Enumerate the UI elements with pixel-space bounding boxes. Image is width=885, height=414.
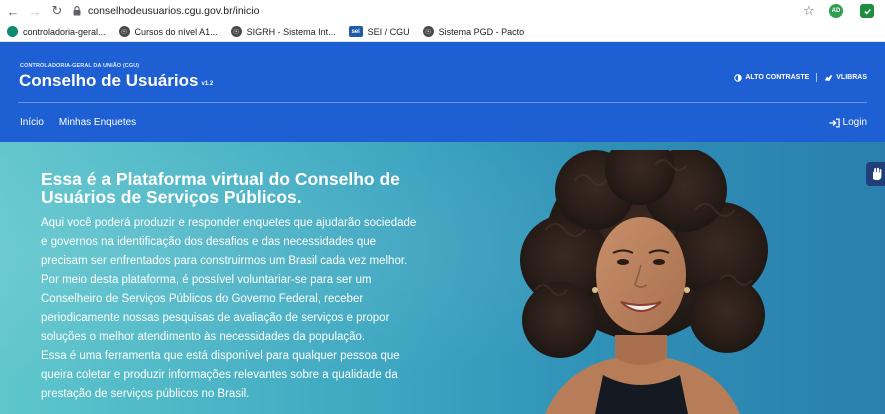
login-label: Login xyxy=(842,117,867,128)
org-label: CONTROLADORIA-GERAL DA UNIÃO (CGU) xyxy=(20,63,140,69)
hero-banner: Essa é a Plataforma virtual do Conselho … xyxy=(0,142,885,414)
divider xyxy=(816,73,818,82)
login-button[interactable]: Login xyxy=(828,117,867,128)
address-bar[interactable]: conselhodeusuarios.cgu.gov.br/inicio xyxy=(70,2,840,20)
login-icon xyxy=(828,118,840,127)
contrast-icon xyxy=(734,73,743,82)
bookmark-item[interactable]: ☉ Sistema PGD - Pacto xyxy=(422,26,525,37)
lock-icon xyxy=(70,6,84,16)
sign-language-hand-icon xyxy=(825,74,833,81)
back-arrow-icon[interactable]: ← xyxy=(2,0,24,22)
cgu-logo-icon xyxy=(7,26,18,37)
globe-icon: ☉ xyxy=(230,26,242,37)
nav-link-minhas-enquetes[interactable]: Minhas Enquetes xyxy=(59,117,136,128)
hero-paragraph: Aqui você poderá produzir e responder en… xyxy=(41,217,417,343)
bookmark-label: Cursos do nível A1... xyxy=(134,26,218,37)
globe-icon: ☉ xyxy=(118,26,130,37)
sign-language-hand-icon xyxy=(873,167,882,180)
sei-logo-icon: sei xyxy=(348,26,363,37)
bookmarks-bar: controladoria-geral... ☉ Cursos do nível… xyxy=(0,22,885,42)
profile-avatar[interactable]: AD xyxy=(829,4,843,18)
bookmark-label: Sistema PGD - Pacto xyxy=(438,26,525,37)
bookmark-item[interactable]: ☉ Cursos do nível A1... xyxy=(118,26,218,37)
vlibras-button[interactable]: VLIBRAS xyxy=(824,74,867,82)
globe-icon: ☉ xyxy=(422,26,434,37)
nav-link-inicio[interactable]: Início xyxy=(20,117,44,128)
bookmark-item[interactable]: sei SEI / CGU xyxy=(348,26,410,37)
bookmark-label: SEI / CGU xyxy=(367,26,410,37)
woman-portrait-image xyxy=(520,150,768,414)
forward-arrow-icon[interactable]: → xyxy=(24,0,46,22)
high-contrast-button[interactable]: ALTO CONTRASTE xyxy=(734,73,810,82)
vlibras-label: VLIBRAS xyxy=(836,74,867,81)
site-title[interactable]: Conselho de Usuários v1.2 xyxy=(19,71,213,91)
bookmark-item[interactable]: ☉ SIGRH - Sistema Int... xyxy=(230,26,336,37)
main-nav: Início Minhas Enquetes xyxy=(20,117,151,128)
version-badge: v1.2 xyxy=(201,81,214,87)
hero-paragraph: Essa é uma ferramenta que está disponíve… xyxy=(41,350,400,400)
bookmark-item[interactable]: controladoria-geral... xyxy=(7,26,106,37)
accessibility-links: ALTO CONTRASTE VLIBRAS xyxy=(734,73,867,82)
bookmark-label: controladoria-geral... xyxy=(23,26,106,37)
hero-heading: Essa é a Plataforma virtual do Conselho … xyxy=(41,169,400,207)
hero-description: Aqui você poderá produzir e responder en… xyxy=(41,214,421,404)
bookmark-star-icon[interactable]: ☆ xyxy=(803,3,815,19)
shield-extension-icon[interactable] xyxy=(860,4,874,18)
url-text: conselhodeusuarios.cgu.gov.br/inicio xyxy=(88,5,260,17)
header-divider xyxy=(18,102,867,103)
site-header: CONTROLADORIA-GERAL DA UNIÃO (CGU) Conse… xyxy=(0,42,885,142)
bookmark-label: SIGRH - Sistema Int... xyxy=(246,26,336,37)
vlibras-widget-button[interactable] xyxy=(866,162,885,186)
high-contrast-label: ALTO CONTRASTE xyxy=(745,74,810,81)
reload-icon[interactable]: ↻ xyxy=(46,0,68,22)
browser-toolbar: ← → ↻ conselhodeusuarios.cgu.gov.br/inic… xyxy=(0,0,885,22)
site-title-text: Conselho de Usuários xyxy=(19,71,199,90)
